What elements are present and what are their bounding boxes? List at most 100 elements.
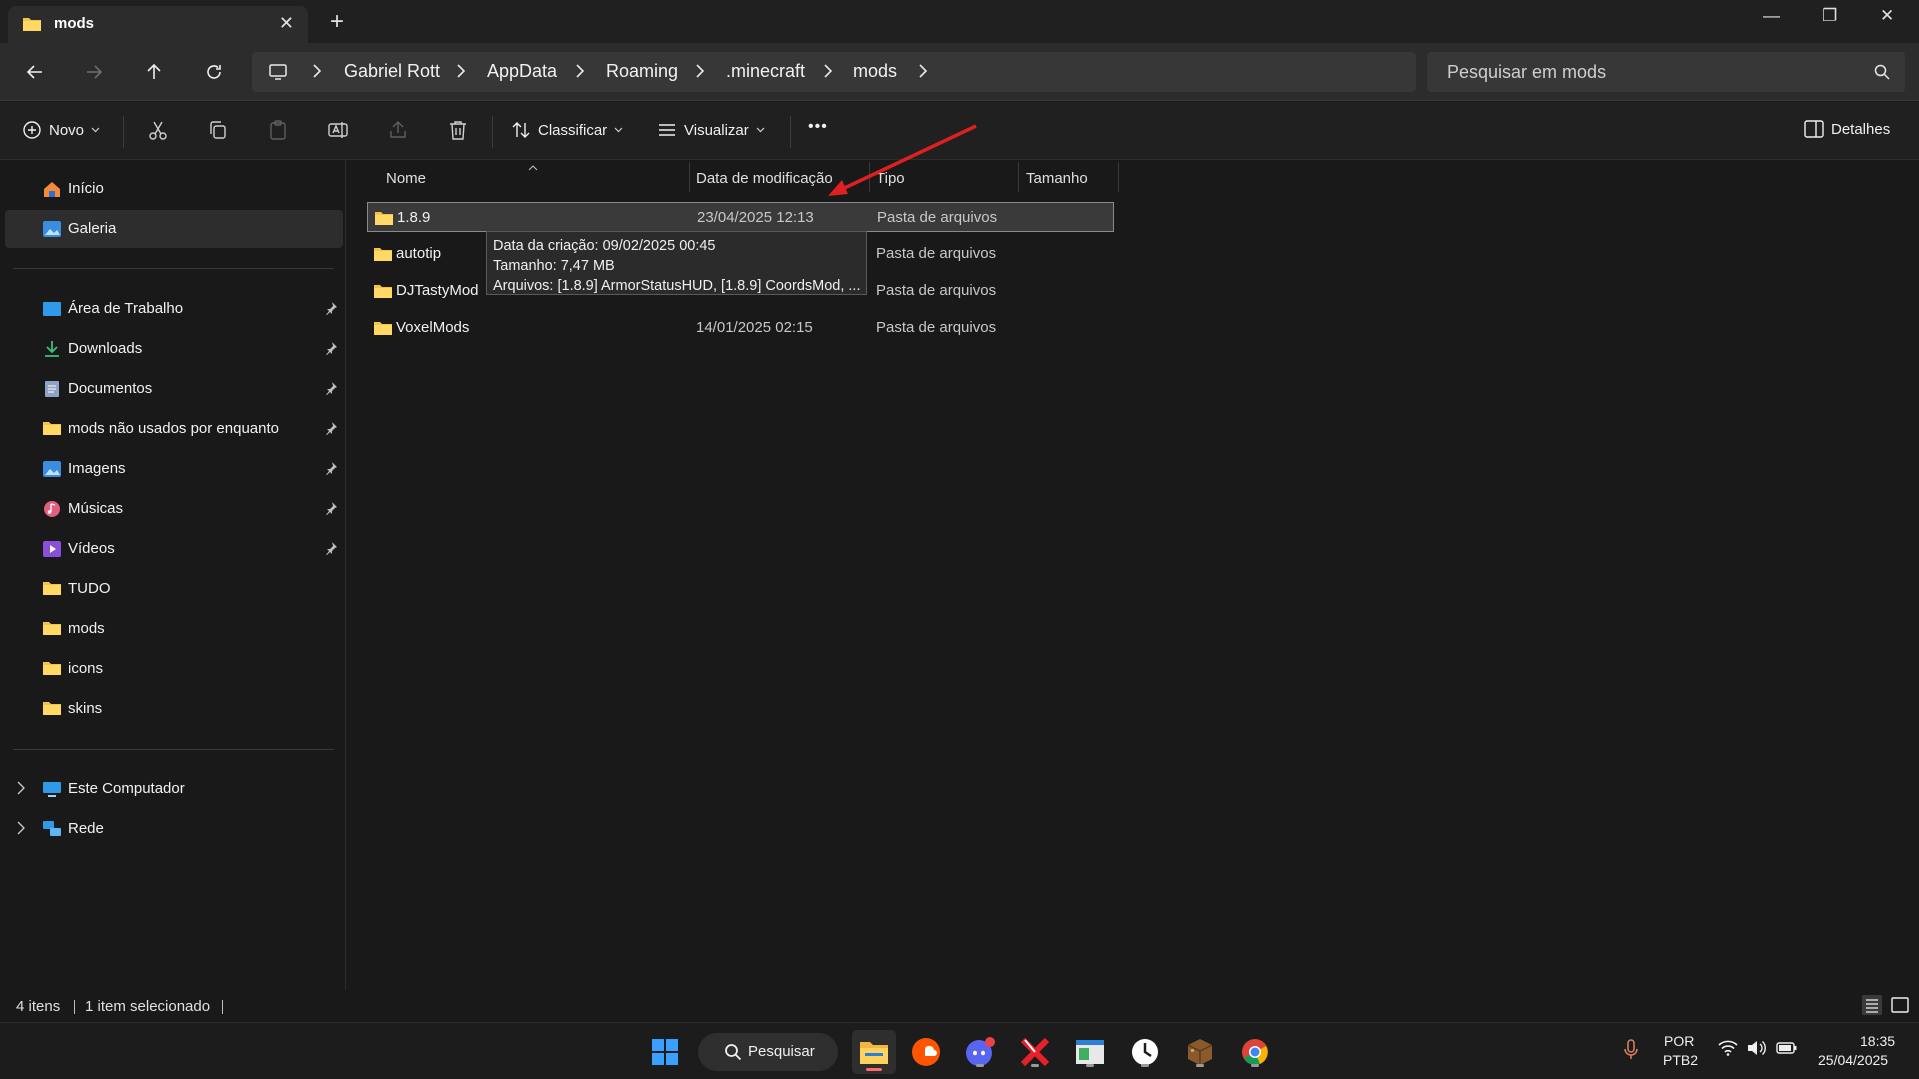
selected-count: 1 item selecionado <box>85 998 211 1015</box>
pin-icon[interactable] <box>324 501 338 519</box>
sidebar-item-network[interactable]: Rede <box>5 810 343 848</box>
sidebar-item-downloads[interactable]: Downloads <box>5 330 343 368</box>
view-button[interactable]: Visualizar <box>657 120 765 140</box>
clock-date[interactable]: 25/04/2025 <box>1818 1052 1888 1068</box>
breadcrumb-item[interactable]: Gabriel Rott <box>344 61 440 82</box>
column-divider[interactable] <box>1018 162 1019 192</box>
column-divider[interactable] <box>689 162 690 192</box>
copy-button[interactable] <box>207 119 229 141</box>
tab-close-icon[interactable]: ✕ <box>279 13 294 34</box>
sidebar-item-gallery[interactable]: Galeria <box>5 210 343 248</box>
gallery-icon <box>42 220 62 238</box>
start-button[interactable] <box>647 1034 683 1070</box>
pin-icon[interactable] <box>324 341 338 359</box>
column-header-size[interactable]: Tamanho <box>1026 170 1088 187</box>
taskbar-chrome[interactable] <box>1237 1034 1273 1070</box>
address-bar[interactable]: Gabriel Rott AppData Roaming .minecraft … <box>252 52 1416 92</box>
sidebar-item-desktop[interactable]: Área de Trabalho <box>5 290 343 328</box>
tab-mods[interactable]: mods ✕ <box>8 6 308 43</box>
search-icon <box>725 1044 742 1061</box>
search-box[interactable]: Pesquisar em mods <box>1427 52 1905 92</box>
sidebar-item-mods[interactable]: mods <box>5 610 343 648</box>
file-type: Pasta de arquivos <box>877 209 998 226</box>
breadcrumb-item[interactable]: AppData <box>487 61 557 82</box>
sidebar-item-documents[interactable]: Documentos <box>5 370 343 408</box>
column-header-name[interactable]: Nome <box>386 170 426 187</box>
sidebar-item-unused-mods[interactable]: mods não usados por enquanto <box>5 410 343 448</box>
chevron-right-icon[interactable] <box>17 821 25 839</box>
taskbar-soundcloud[interactable] <box>908 1034 944 1070</box>
search-input[interactable]: Pesquisar em mods <box>1447 62 1606 83</box>
minimize-button[interactable]: — <box>1763 6 1780 26</box>
file-row[interactable]: 1.8.9 23/04/2025 12:13 Pasta de arquivos <box>367 202 1114 232</box>
pin-icon[interactable] <box>324 381 338 399</box>
sidebar-item-skins[interactable]: skins <box>5 690 343 728</box>
sidebar-item-this-pc[interactable]: Este Computador <box>5 770 343 808</box>
pin-icon[interactable] <box>324 301 338 319</box>
up-button[interactable] <box>139 57 169 87</box>
share-button[interactable] <box>387 119 409 141</box>
column-header-date[interactable]: Data de modificação <box>696 170 833 187</box>
taskbar-app-x[interactable] <box>1017 1034 1053 1070</box>
sidebar-item-videos[interactable]: Vídeos <box>5 530 343 568</box>
taskbar-file-explorer[interactable] <box>852 1030 896 1074</box>
chevron-right-icon[interactable] <box>17 781 25 799</box>
clipboard-icon <box>270 120 286 140</box>
navigation-pane: Início Galeria Área de Trabalho Download… <box>0 160 346 990</box>
tooltip-size: Tamanho: 7,47 MB <box>493 258 615 274</box>
pin-icon[interactable] <box>324 421 338 439</box>
volume-icon[interactable] <box>1747 1040 1767 1059</box>
running-indicator <box>976 1064 984 1067</box>
new-tab-button[interactable]: + <box>330 8 344 36</box>
breadcrumb-item[interactable]: Roaming <box>606 61 678 82</box>
taskbar-app-window[interactable] <box>1072 1034 1108 1070</box>
column-divider[interactable] <box>1118 162 1119 192</box>
sidebar-item-home[interactable]: Início <box>5 170 343 208</box>
sidebar-item-icons[interactable]: icons <box>5 650 343 688</box>
close-window-button[interactable]: ✕ <box>1880 6 1894 26</box>
paste-button[interactable] <box>267 119 289 141</box>
battery-icon[interactable] <box>1776 1040 1798 1059</box>
language-indicator[interactable]: POR <box>1664 1033 1694 1049</box>
refresh-button[interactable] <box>199 57 229 87</box>
microphone-icon[interactable] <box>1623 1039 1639 1064</box>
sort-button[interactable]: Classificar <box>511 120 623 140</box>
sort-icon <box>512 122 530 138</box>
tiles-view-button[interactable] <box>1889 994 1911 1020</box>
taskbar-clock-app[interactable] <box>1127 1034 1163 1070</box>
sidebar-item-music[interactable]: Músicas <box>5 490 343 528</box>
keyboard-layout[interactable]: PTB2 <box>1663 1052 1698 1068</box>
taskbar-minecraft[interactable] <box>1182 1034 1218 1070</box>
breadcrumb-item[interactable]: .minecraft <box>726 61 805 82</box>
breadcrumb-item[interactable]: mods <box>853 61 897 82</box>
rename-button[interactable] <box>327 119 349 141</box>
sidebar-label: Músicas <box>68 500 124 517</box>
view-list-icon <box>659 124 675 136</box>
soundcloud-icon <box>912 1038 940 1066</box>
pin-icon[interactable] <box>324 541 338 559</box>
pin-icon[interactable] <box>324 461 338 479</box>
taskbar-search[interactable]: Pesquisar <box>698 1033 838 1071</box>
arrow-up-icon <box>147 63 161 79</box>
file-row[interactable]: VoxelMods 14/01/2025 02:15 Pasta de arqu… <box>367 313 1114 343</box>
taskbar-discord[interactable] <box>962 1034 998 1070</box>
details-button[interactable]: Detalhes <box>1804 120 1890 138</box>
clock-time[interactable]: 18:35 <box>1860 1033 1895 1049</box>
taskbar: Pesquisar POR PTB2 18:35 25/04/2025 <box>0 1022 1919 1079</box>
cut-button[interactable] <box>147 119 169 141</box>
sidebar-item-pictures[interactable]: Imagens <box>5 450 343 488</box>
forward-button[interactable] <box>79 57 109 87</box>
details-view-button[interactable] <box>1861 994 1883 1020</box>
new-button[interactable]: Novo <box>22 120 100 140</box>
tooltip-files: Arquivos: [1.8.9] ArmorStatusHUD, [1.8.9… <box>493 278 860 294</box>
back-button[interactable] <box>20 57 50 87</box>
wifi-icon[interactable] <box>1718 1040 1738 1059</box>
share-icon <box>390 121 406 138</box>
tooltip-created: Data da criação: 09/02/2025 00:45 <box>493 238 716 254</box>
plus-circle-icon <box>23 121 41 139</box>
delete-button[interactable] <box>447 119 469 141</box>
sidebar-item-tudo[interactable]: TUDO <box>5 570 343 608</box>
restore-button[interactable]: ❐ <box>1822 6 1837 26</box>
file-name: DJTastyMod <box>396 282 479 299</box>
tab-title: mods <box>54 15 95 32</box>
